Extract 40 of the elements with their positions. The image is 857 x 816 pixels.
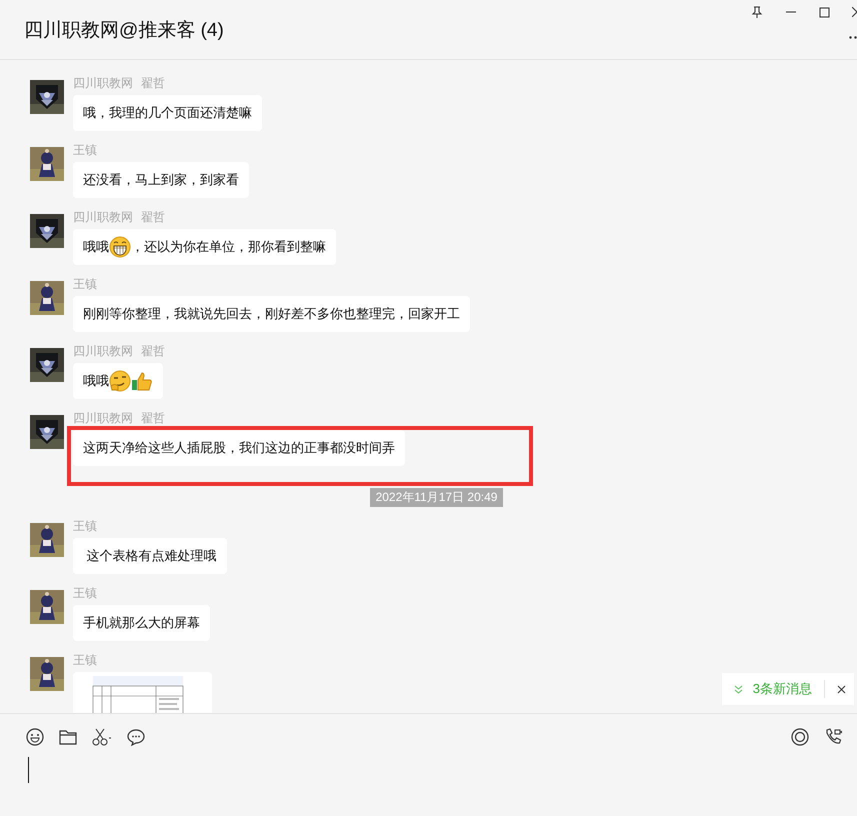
emoji-icon[interactable] [26, 728, 44, 746]
sender-name: 王镇 [73, 519, 97, 533]
message-bubble: 还没看，马上到家，到家看 [73, 162, 249, 198]
sender-name: 四川职教网 [73, 344, 133, 358]
chat-title: 四川职教网@推来客 (4) [24, 18, 224, 42]
sender-nickname: 翟哲 [141, 76, 165, 90]
grinning-emoji-icon [109, 236, 131, 258]
sender-name: 王镇 [73, 653, 97, 667]
message-bubble: 这两天净给这些人插屁股，我们这边的正事都没时间弄 [73, 430, 405, 466]
minimize-icon[interactable] [785, 11, 797, 13]
sender-name: 四川职教网 [73, 76, 133, 90]
new-messages-button[interactable]: 3条新消息 [734, 680, 825, 698]
live-stream-icon[interactable] [791, 728, 809, 746]
timestamp: 2022年11月17日 20:49 [370, 488, 504, 507]
message-bubble: 这个表格有点难处理哦 [73, 538, 227, 574]
message-bubble: 哦哦 [73, 363, 163, 399]
scissors-icon[interactable] [92, 728, 112, 746]
sender-nickname: 翟哲 [141, 411, 165, 425]
close-icon[interactable] [837, 684, 846, 694]
message-bubble: 刚刚等你整理，我就说先回去，刚好差不多你也整理完，回家开工 [73, 296, 470, 332]
chat-bubble-icon[interactable] [127, 728, 145, 746]
sender-name: 王镇 [73, 143, 97, 157]
thumbs-up-icon [131, 370, 153, 392]
message-bubble: 手机就那么大的屏幕 [73, 605, 210, 641]
maximize-icon[interactable] [819, 6, 830, 18]
sender-name: 王镇 [73, 277, 97, 291]
message-bubble: 哦，我理的几个页面还清楚嘛 [73, 95, 262, 131]
more-icon[interactable] [849, 36, 857, 39]
phone-video-icon[interactable] [825, 728, 843, 746]
folder-icon[interactable] [59, 729, 77, 745]
sender-nickname: 翟哲 [141, 344, 165, 358]
double-chevron-down-icon [734, 684, 743, 694]
sender-name: 王镇 [73, 586, 97, 600]
message-bubble: 哦哦 ，还以为你在单位，那你看到整嘛 [73, 229, 336, 265]
close-icon[interactable] [852, 7, 857, 17]
sender-nickname: 翟哲 [141, 210, 165, 224]
sender-name: 四川职教网 [73, 411, 133, 425]
smirking-emoji-icon [109, 370, 131, 392]
sender-name: 四川职教网 [73, 210, 133, 224]
pin-icon[interactable] [751, 6, 763, 18]
